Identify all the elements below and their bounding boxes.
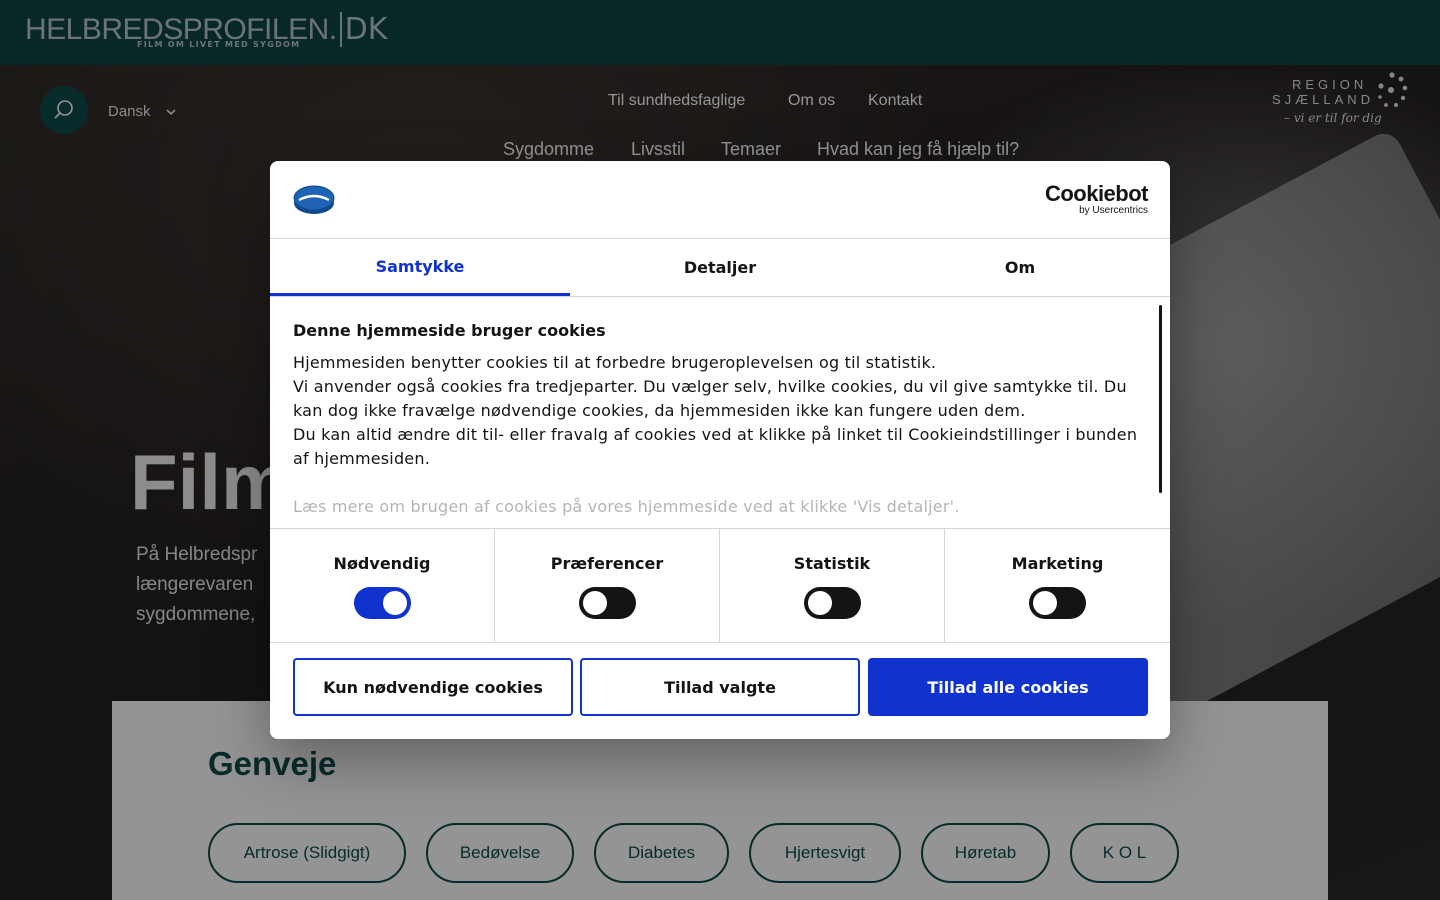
cookiebot-logo: Cookiebot by Usercentrics [1044,181,1149,217]
cookiebot-brand: Cookiebot [1044,181,1149,206]
toggle-label: Statistik [793,554,871,573]
content-scrollbar[interactable] [1159,305,1162,493]
tab-details[interactable]: Detaljer [570,239,870,296]
cookie-consent-dialog: Cookiebot by Usercentrics Samtykke Detal… [270,161,1170,739]
consent-paragraph: Hjemmesiden benytter cookies til at forb… [293,353,937,372]
consent-more-info: Læs mere om brugen af cookies på vores h… [293,497,960,516]
cookiebot-brand-sub: by Usercentrics [1079,205,1148,216]
toggle-marketing: Marketing [945,529,1170,642]
tab-about[interactable]: Om [870,239,1170,296]
consent-paragraph: Du kan altid ændre dit til- eller fraval… [293,425,1138,468]
cookie-brand-icon [293,185,335,214]
consent-paragraph: Vi anvender også cookies fra tredjeparte… [293,377,1127,420]
toggle-label: Nødvendig [333,554,431,573]
dialog-tabs: Samtykke Detaljer Om [270,239,1170,297]
consent-body: Hjemmesiden benytter cookies til at forb… [293,351,1148,519]
cookie-category-toggles: Nødvendig Præferencer Statistik Marketin… [270,529,1170,643]
necessary-switch[interactable] [354,587,411,619]
preferences-switch[interactable] [579,587,636,619]
toggle-label: Marketing [1011,554,1104,573]
toggle-statistics: Statistik [720,529,945,642]
tab-consent[interactable]: Samtykke [270,239,570,296]
consent-content[interactable]: Denne hjemmeside bruger cookies Hjemmesi… [270,297,1170,529]
consent-heading: Denne hjemmeside bruger cookies [293,321,606,340]
toggle-preferences: Præferencer [495,529,720,642]
dialog-header: Cookiebot by Usercentrics [270,161,1170,239]
toggle-label: Præferencer [550,554,664,573]
allow-all-button[interactable]: Tillad alle cookies [868,658,1148,716]
marketing-switch[interactable] [1029,587,1086,619]
statistics-switch[interactable] [804,587,861,619]
necessary-only-button[interactable]: Kun nødvendige cookies [293,658,573,716]
toggle-necessary: Nødvendig [270,529,495,642]
allow-selected-button[interactable]: Tillad valgte [580,658,860,716]
dialog-actions: Kun nødvendige cookies Tillad valgte Til… [270,643,1170,739]
